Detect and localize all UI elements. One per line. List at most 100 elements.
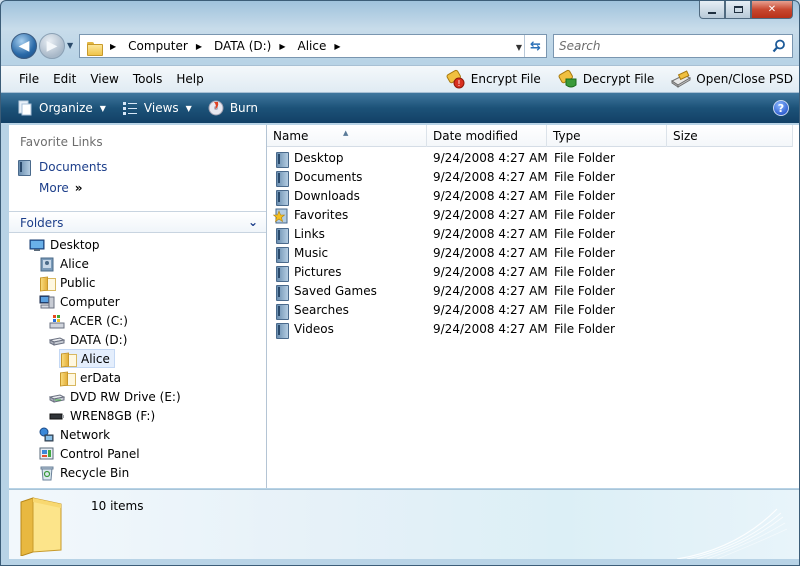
help-icon: ? — [777, 101, 785, 115]
menu-help[interactable]: Help — [169, 72, 210, 86]
explorer-window: ✕ ◀ ▶ ▼ ▶ Computer ▶ DATA (D:) ▶ Alice ▶ — [0, 0, 800, 566]
table-row[interactable]: Saved Games 9/24/2008 4:27 AM File Folde… — [267, 282, 793, 301]
date-cell: 9/24/2008 4:27 AM — [433, 170, 548, 184]
breadcrumb-arrow[interactable]: ▶ — [330, 35, 352, 57]
decrypt-file-button[interactable]: Decrypt File — [549, 69, 662, 89]
file-name-cell: Links — [273, 225, 325, 244]
file-name-cell: Desktop — [273, 149, 344, 168]
type-cell: File Folder — [554, 189, 615, 203]
refresh-button[interactable]: ⇆ — [524, 35, 546, 57]
search-input[interactable] — [554, 39, 764, 53]
tree-item-acer-drive[interactable]: ACER (C:) — [49, 311, 128, 330]
file-list: ▲ Name Date modified Type Size Desktop 9… — [267, 125, 799, 488]
links-folder-icon — [273, 227, 289, 244]
type-cell: File Folder — [554, 265, 615, 279]
menu-actions: ! Encrypt File Decrypt File Open/Close P… — [437, 66, 799, 92]
table-row[interactable]: Searches 9/24/2008 4:27 AM File Folder — [267, 301, 793, 320]
date-cell: 9/24/2008 4:27 AM — [433, 322, 548, 336]
address-bar[interactable]: ▶ Computer ▶ DATA (D:) ▶ Alice ▶ ▼ ⇆ — [79, 34, 547, 58]
favorite-links-more[interactable]: More» — [39, 181, 83, 195]
views-button[interactable]: Views ▼ — [114, 100, 200, 116]
table-row[interactable]: Downloads 9/24/2008 4:27 AM File Folder — [267, 187, 793, 206]
close-icon: ✕ — [767, 4, 777, 15]
type-cell: File Folder — [554, 303, 615, 317]
column-header-name[interactable]: ▲ Name — [267, 125, 427, 147]
tree-item-network[interactable]: Network — [39, 425, 110, 444]
folder-icon — [20, 497, 62, 556]
back-button[interactable]: ◀ — [11, 33, 37, 59]
column-header-type[interactable]: Type — [547, 125, 667, 147]
menu-edit[interactable]: Edit — [46, 72, 83, 86]
burn-button[interactable]: Burn — [200, 100, 266, 116]
organize-button[interactable]: Organize ▼ — [1, 100, 114, 116]
table-row[interactable]: Pictures 9/24/2008 4:27 AM File Folder — [267, 263, 793, 282]
hard-drive-icon — [49, 336, 65, 346]
forward-button[interactable]: ▶ — [39, 33, 65, 59]
breadcrumb-root-arrow[interactable]: ▶ — [102, 35, 128, 57]
encrypt-file-button[interactable]: ! Encrypt File — [437, 69, 549, 89]
column-header-date-modified[interactable]: Date modified — [427, 125, 547, 147]
details-pane: 10 items — [9, 489, 799, 559]
menu-view[interactable]: View — [83, 72, 125, 86]
saved-games-folder-icon — [273, 284, 289, 301]
table-row[interactable]: Documents 9/24/2008 4:27 AM File Folder — [267, 168, 793, 187]
tree-item-control-panel[interactable]: Control Panel — [39, 444, 140, 463]
file-name-cell: Downloads — [273, 187, 360, 206]
maximize-icon — [733, 6, 743, 13]
column-header-size[interactable]: Size — [667, 125, 793, 147]
videos-folder-icon — [273, 322, 289, 339]
menu-file[interactable]: File — [1, 72, 46, 86]
double-chevron-right-icon: » — [74, 181, 83, 195]
table-row[interactable]: Favorites 9/24/2008 4:27 AM File Folder — [267, 206, 793, 225]
type-cell: File Folder — [554, 284, 615, 298]
menu-tools[interactable]: Tools — [126, 72, 170, 86]
burn-disc-icon — [208, 100, 224, 116]
tree-item-public[interactable]: Public — [39, 273, 96, 292]
folder-icon — [86, 40, 103, 56]
tree-item-desktop[interactable]: Desktop — [29, 235, 100, 254]
tree-item-recycle-bin[interactable]: Recycle Bin — [39, 463, 129, 482]
tree-item-erdata[interactable]: erData — [59, 368, 121, 387]
table-row[interactable]: Desktop 9/24/2008 4:27 AM File Folder — [267, 149, 793, 168]
breadcrumb-arrow[interactable]: ▶ — [192, 35, 214, 57]
table-row[interactable]: Music 9/24/2008 4:27 AM File Folder — [267, 244, 793, 263]
table-row[interactable]: Links 9/24/2008 4:27 AM File Folder — [267, 225, 793, 244]
tree-item-data-drive[interactable]: DATA (D:) — [49, 330, 127, 349]
favorite-link-documents[interactable]: Documents — [15, 159, 107, 176]
command-bar: Organize ▼ Views ▼ Burn ? — [1, 93, 799, 123]
tree-item-wren8gb[interactable]: WREN8GB (F:) — [49, 406, 155, 425]
views-icon — [122, 102, 137, 115]
folders-header[interactable]: Folders ⌄ — [9, 211, 266, 233]
table-row[interactable]: Videos 9/24/2008 4:27 AM File Folder — [267, 320, 793, 339]
open-close-psd-button[interactable]: Open/Close PSD — [662, 69, 799, 89]
date-cell: 9/24/2008 4:27 AM — [433, 208, 548, 222]
type-cell: File Folder — [554, 227, 615, 241]
tree-item-alice-user[interactable]: Alice — [39, 254, 89, 273]
navigation-pane: Favorite Links Documents More» Folders ⌄… — [9, 125, 267, 488]
breadcrumb-arrow[interactable]: ▶ — [275, 35, 297, 57]
windows-drive-icon — [49, 314, 65, 328]
search-icon[interactable] — [772, 39, 786, 53]
breadcrumb-computer[interactable]: Computer — [128, 35, 192, 57]
organize-icon — [18, 100, 32, 116]
breadcrumb-data-drive[interactable]: DATA (D:) — [214, 35, 275, 57]
help-button[interactable]: ? — [773, 100, 789, 116]
navigation-bar: ◀ ▶ ▼ ▶ Computer ▶ DATA (D:) ▶ Alice ▶ ▼… — [1, 29, 799, 63]
music-folder-icon — [273, 246, 289, 263]
arrow-left-icon: ◀ — [18, 38, 30, 54]
drive-icon — [671, 70, 692, 88]
breadcrumb-alice[interactable]: Alice — [298, 35, 331, 57]
tree-item-dvd-drive[interactable]: DVD RW Drive (E:) — [49, 387, 181, 406]
maximize-button[interactable] — [725, 1, 751, 19]
column-headers: ▲ Name Date modified Type Size — [267, 125, 793, 147]
favorite-links-header: Favorite Links — [20, 135, 103, 149]
tree-item-computer[interactable]: Computer — [39, 292, 120, 311]
minimize-button[interactable] — [699, 1, 725, 19]
downloads-folder-icon — [273, 189, 289, 206]
address-dropdown[interactable]: ▼ — [516, 43, 522, 52]
decrypt-key-icon — [558, 69, 577, 88]
recent-pages-dropdown[interactable]: ▼ — [67, 41, 73, 50]
views-dropdown-icon: ▼ — [185, 103, 192, 113]
close-button[interactable]: ✕ — [751, 1, 793, 19]
tree-item-alice-selected[interactable]: Alice — [59, 349, 115, 368]
